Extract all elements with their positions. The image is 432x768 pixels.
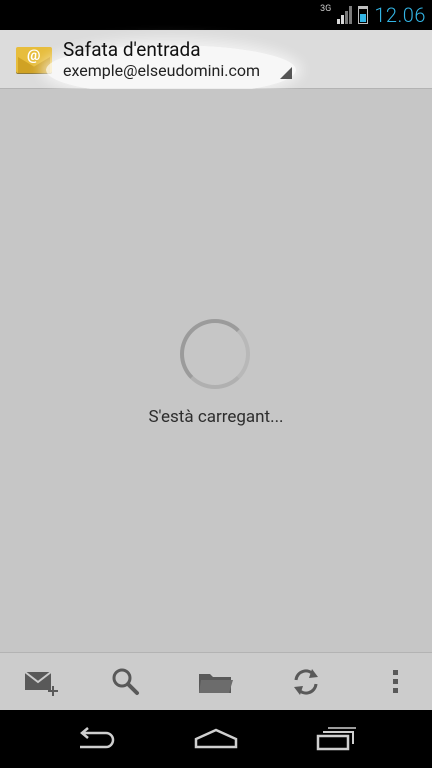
mailbox-title: Safata d'entrada xyxy=(63,38,201,61)
battery-charging-icon xyxy=(358,6,369,24)
search-icon xyxy=(112,668,139,695)
dropdown-indicator-icon[interactable] xyxy=(280,67,292,79)
system-navigation-bar xyxy=(0,710,432,768)
bottom-action-bar xyxy=(0,652,432,711)
home-icon xyxy=(194,728,238,749)
loading-spinner-icon xyxy=(180,319,250,389)
compose-icon xyxy=(24,671,58,696)
refresh-button[interactable] xyxy=(263,653,349,711)
folders-button[interactable] xyxy=(173,653,259,711)
status-clock: 12.06 xyxy=(374,3,426,27)
status-bar: 3G 12.06 xyxy=(0,0,432,30)
home-button[interactable] xyxy=(166,710,266,768)
loading-label: S'està carregant... xyxy=(148,407,284,427)
network-type-label: 3G xyxy=(320,4,332,14)
back-button[interactable] xyxy=(46,710,146,768)
recent-apps-button[interactable] xyxy=(286,710,386,768)
compose-button[interactable] xyxy=(0,653,86,711)
recent-apps-icon xyxy=(316,727,356,751)
signal-strength-icon xyxy=(337,6,353,24)
message-list-area: S'està carregant... xyxy=(0,89,432,652)
account-selector[interactable]: exemple@elseudomini.com xyxy=(63,61,260,80)
status-indicators: 3G 12.06 xyxy=(320,0,426,30)
overflow-menu-button[interactable] xyxy=(353,653,432,711)
search-button[interactable] xyxy=(83,653,169,711)
overflow-menu-icon xyxy=(393,670,398,693)
refresh-icon xyxy=(294,669,318,695)
folder-icon xyxy=(199,674,233,693)
back-icon xyxy=(80,727,115,749)
